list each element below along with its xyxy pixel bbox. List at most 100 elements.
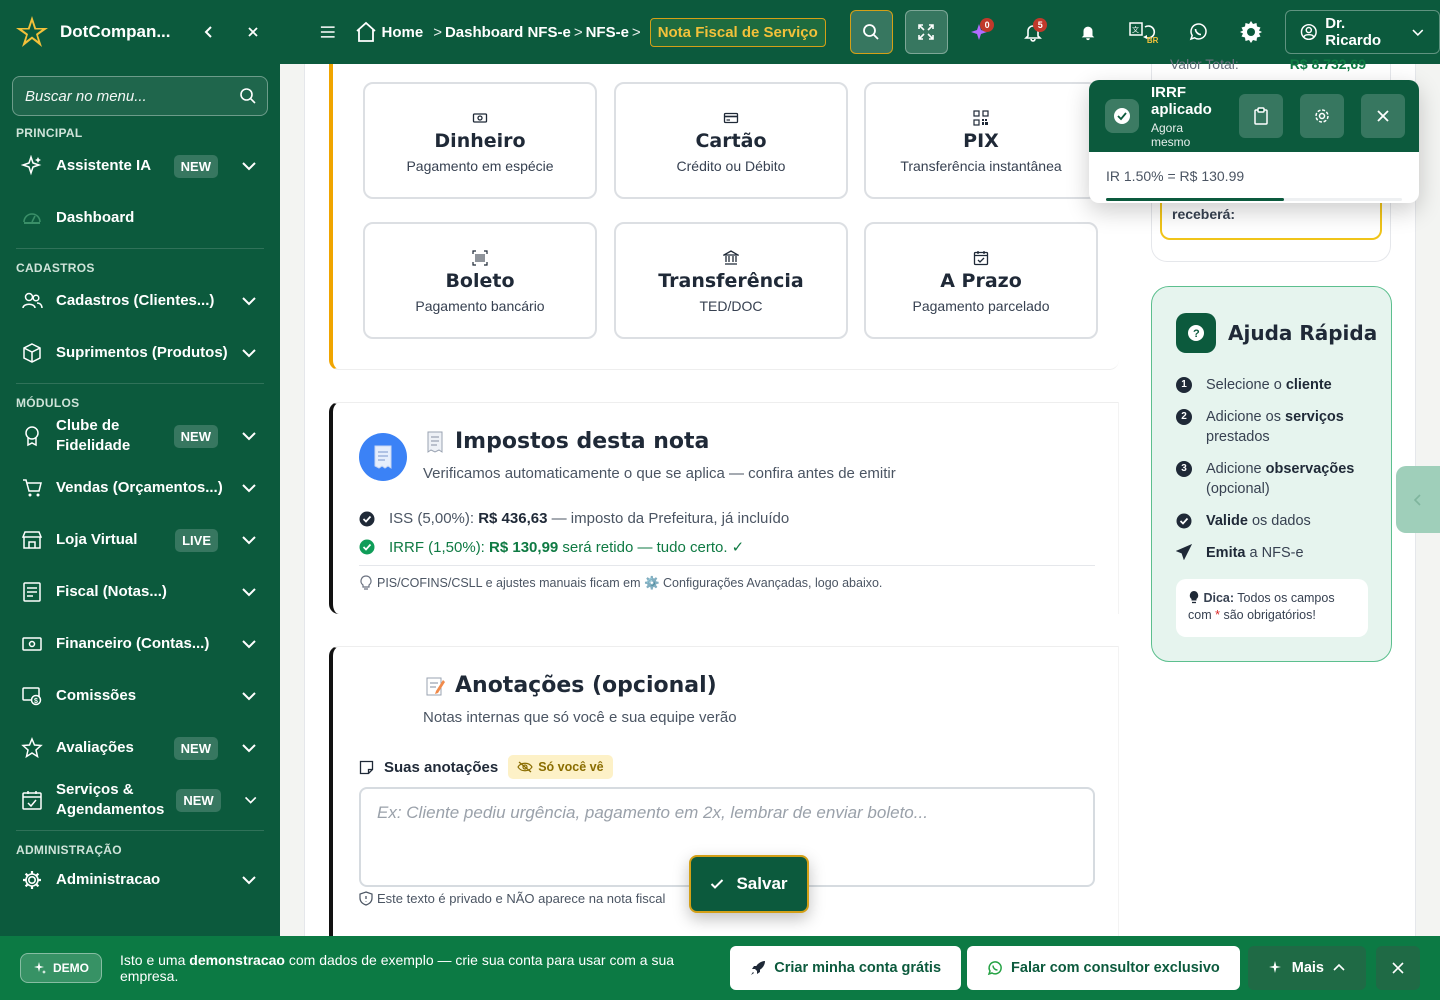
toast-copy-button[interactable]: [1239, 94, 1283, 138]
taxes-title: Impostos desta nota: [455, 429, 710, 454]
sidebar-item-administracao[interactable]: Administracao: [0, 857, 280, 903]
section-principal: PRINCIPAL: [16, 126, 83, 140]
demo-badge: DEMO: [20, 953, 102, 983]
divider: [16, 248, 264, 249]
demo-label: DEMO: [53, 961, 89, 975]
sidebar-item-fiscal[interactable]: Fiscal (Notas...): [0, 566, 280, 618]
payment-option-cartao[interactable]: Cartão Crédito ou Débito: [614, 82, 848, 199]
breadcrumb-home[interactable]: Home: [382, 24, 424, 41]
sidebar-item-label: Loja Virtual: [56, 531, 138, 548]
tax-footnote: PIS/COFINS/CSLL e ajustes manuais ficam …: [359, 575, 882, 591]
notification-count-badge: 5: [1033, 18, 1048, 32]
irrf-toast: IRRF aplicado Agora mesmo IR 1.50% = R$ …: [1089, 80, 1419, 203]
sidebar-item-assistente-ia[interactable]: Assistente IA NEW: [0, 140, 280, 192]
more-button[interactable]: Mais: [1247, 946, 1366, 990]
step-bold: serviços: [1285, 409, 1344, 425]
search-button[interactable]: [849, 10, 893, 54]
irrf-note: será retido — tudo certo. ✓: [558, 539, 745, 556]
collapse-sidebar-button[interactable]: [196, 19, 222, 45]
check-circle-icon: [1114, 108, 1130, 124]
close-banner-button[interactable]: [1376, 946, 1420, 990]
notes-card: Anotações (opcional) Notas internas que …: [329, 646, 1119, 946]
language-button[interactable]: 文 BR: [1121, 10, 1164, 54]
settings-button[interactable]: [1230, 10, 1273, 54]
user-avatar-icon: [1300, 23, 1317, 41]
taxes-subtitle: Verificamos automaticamente o que se apl…: [423, 465, 896, 482]
breadcrumb-dashboard-nfse[interactable]: Dashboard NFS-e: [445, 24, 571, 41]
menu-search-input[interactable]: [25, 87, 239, 105]
payment-option-dinheiro[interactable]: Dinheiro Pagamento em espécie: [363, 82, 597, 199]
money-icon: [20, 632, 44, 656]
gear-icon: [1315, 109, 1329, 123]
step-text: Selecione o cliente: [1206, 375, 1332, 395]
demo-msg-bold: demonstracao: [189, 952, 285, 968]
sidebar-item-label: Assistente IA: [56, 157, 152, 174]
sidebar-item-cadastros[interactable]: Cadastros (Clientes...): [0, 275, 280, 327]
payment-option-title: A Prazo: [940, 270, 1022, 292]
sidebar-item-clube-fidelidade[interactable]: Clube de Fidelidade NEW: [0, 410, 280, 462]
calendar-icon: [973, 250, 989, 266]
payment-option-subtitle: Pagamento em espécie: [406, 158, 554, 174]
qr-icon: [973, 110, 989, 126]
sidebar-item-label: Suprimentos (Produtos): [56, 344, 228, 361]
chevron-down-icon: [244, 796, 257, 804]
hamburger-menu-icon[interactable]: [316, 20, 340, 44]
step-post: a NFS-e: [1245, 545, 1304, 561]
divider: [16, 383, 264, 384]
create-account-button[interactable]: Criar minha conta grátis: [730, 946, 962, 990]
sidebar-item-loja-virtual[interactable]: Loja Virtual LIVE: [0, 514, 280, 566]
home-icon[interactable]: [354, 20, 378, 44]
toast-close-button[interactable]: [1361, 94, 1405, 138]
notes-subtitle: Notas internas que só você e sua equipe …: [423, 709, 737, 726]
search-icon[interactable]: [239, 87, 257, 105]
payment-option-subtitle: TED/DOC: [699, 298, 763, 314]
payment-option-title: Dinheiro: [434, 130, 526, 152]
chevron-down-icon: [242, 876, 256, 885]
fullscreen-button[interactable]: [904, 10, 949, 54]
star-logo-icon: [16, 16, 48, 47]
sparkle-icon: [20, 154, 44, 178]
payment-option-transferencia[interactable]: Transferência TED/DOC: [614, 222, 848, 339]
whatsapp-button[interactable]: [1176, 10, 1219, 54]
sidebar-item-servicos-agendamentos[interactable]: Serviços & Agendamentos NEW: [0, 774, 280, 826]
payment-option-boleto[interactable]: Boleto Pagamento bancário: [363, 222, 597, 339]
save-button[interactable]: Salvar: [689, 855, 809, 913]
sidebar-item-suprimentos[interactable]: Suprimentos (Produtos): [0, 327, 280, 379]
shield-icon: [359, 891, 373, 906]
sticky-note-icon: [359, 760, 374, 774]
sidebar-item-comissoes[interactable]: $ Comissões: [0, 670, 280, 722]
payment-option-a-prazo[interactable]: A Prazo Pagamento parcelado: [864, 222, 1098, 339]
notifications-button[interactable]: 5: [1011, 10, 1054, 54]
help-step: Valide os dados: [1176, 511, 1376, 531]
close-sidebar-button[interactable]: [240, 19, 266, 45]
alerts-button[interactable]: [1066, 10, 1109, 54]
sidebar-item-label: Vendas (Orçamentos...): [56, 479, 223, 496]
sidebar-item-financeiro[interactable]: Financeiro (Contas...): [0, 618, 280, 670]
check-icon: [711, 879, 724, 889]
payment-option-pix[interactable]: PIX Transferência instantânea: [864, 82, 1098, 199]
user-menu[interactable]: Dr. Ricardo: [1284, 10, 1440, 54]
gauge-icon: [20, 206, 44, 230]
send-icon: [1176, 544, 1192, 563]
sidebar-item-avaliacoes[interactable]: Avaliações NEW: [0, 722, 280, 774]
notes-title-row: Anotações (opcional): [425, 673, 717, 698]
new-badge: NEW: [176, 788, 221, 812]
store-icon: [20, 528, 44, 552]
topbar: Home > Dashboard NFS-e > NFS-e > Nota Fi…: [280, 0, 1440, 64]
step-pre: Adicione: [1206, 461, 1266, 477]
sidebar-item-vendas[interactable]: Vendas (Orçamentos...): [0, 462, 280, 514]
step-post: prestados: [1206, 429, 1270, 445]
step-bold: cliente: [1285, 377, 1332, 393]
chevron-down-icon: [242, 744, 256, 753]
side-panel-toggle[interactable]: [1396, 466, 1440, 533]
toast-settings-button[interactable]: [1300, 94, 1344, 138]
step-bold: Emita: [1206, 545, 1246, 561]
step-number: 3: [1176, 461, 1192, 477]
irrf-label: IRRF (1,50%):: [389, 539, 490, 556]
whatsapp-consultant-button[interactable]: Falar com consultor exclusivo: [967, 946, 1240, 990]
ai-button[interactable]: 0: [958, 10, 1001, 54]
total-label: Valor Total:: [1170, 56, 1239, 72]
save-label: Salvar: [736, 874, 788, 893]
sidebar-item-dashboard[interactable]: Dashboard: [0, 192, 280, 244]
breadcrumb-nfse[interactable]: NFS-e: [586, 24, 629, 41]
